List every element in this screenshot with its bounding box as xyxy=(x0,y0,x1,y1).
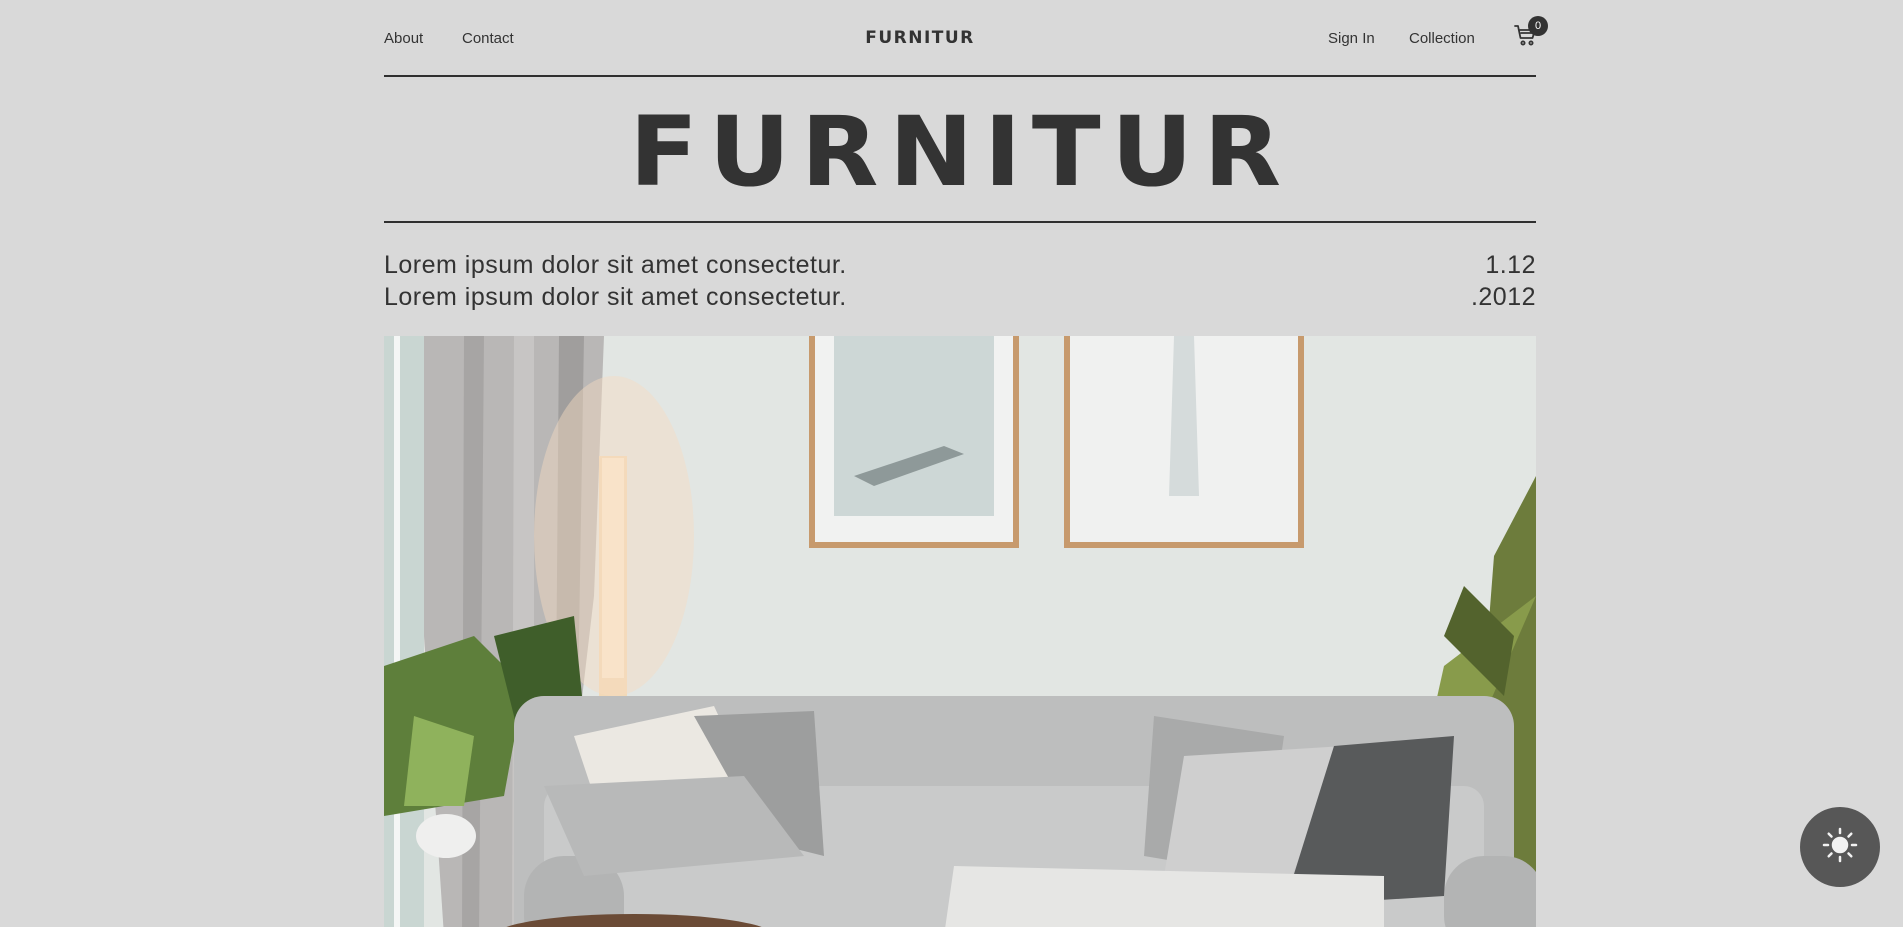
intro-text: Lorem ipsum dolor sit amet consectetur. xyxy=(384,251,847,279)
date-text: 1.12 xyxy=(1485,251,1536,279)
hero-section: FURNITUR xyxy=(384,77,1536,223)
page: About Contact FURNITUR Sign In Collectio… xyxy=(0,0,1903,927)
sun-icon xyxy=(1822,827,1858,868)
cart-count-badge: 0 xyxy=(1528,16,1548,36)
intro-text: Lorem ipsum dolor sit amet consectetur. xyxy=(384,283,847,311)
date-text: .2012 xyxy=(1470,283,1536,311)
nav-link-about[interactable]: About xyxy=(384,30,423,48)
intro-section: Lorem ipsum dolor sit amet consectetur. … xyxy=(384,249,1536,313)
intro-row: Lorem ipsum dolor sit amet consectetur. … xyxy=(384,249,1536,281)
main-container: About Contact FURNITUR Sign In Collectio… xyxy=(384,0,1548,927)
nav-link-contact[interactable]: Contact xyxy=(462,30,514,48)
brand-logo[interactable]: FURNITUR xyxy=(860,28,980,48)
nav-link-collection[interactable]: Collection xyxy=(1409,30,1475,48)
hero-image xyxy=(384,336,1536,927)
theme-toggle-button[interactable] xyxy=(1800,807,1880,887)
nav-link-sign-in[interactable]: Sign In xyxy=(1328,30,1375,48)
cart-icon xyxy=(1514,25,1538,52)
top-nav: About Contact FURNITUR Sign In Collectio… xyxy=(384,0,1548,77)
hero-title: FURNITUR xyxy=(628,96,1292,208)
intro-row: Lorem ipsum dolor sit amet consectetur. … xyxy=(384,281,1536,313)
